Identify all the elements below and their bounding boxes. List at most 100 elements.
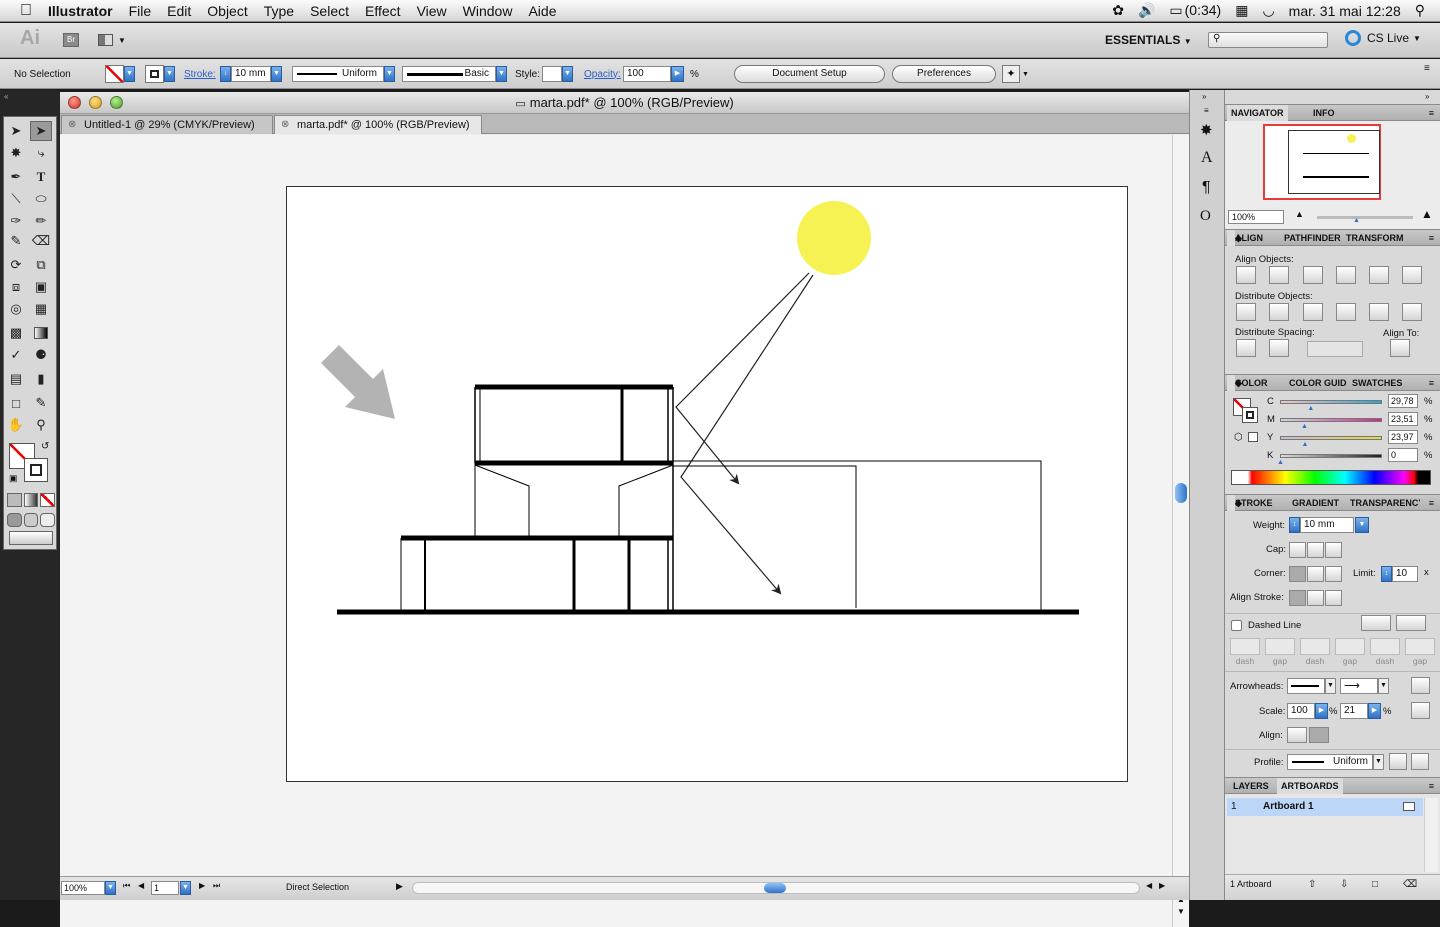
projecting-cap-icon[interactable] [1325, 542, 1342, 558]
round-join-icon[interactable] [1307, 566, 1324, 582]
zoom-out-icon[interactable]: ▲ [1295, 209, 1304, 219]
artwork[interactable] [287, 187, 1127, 781]
eraser-tool-icon[interactable]: ⌫ [30, 231, 52, 251]
rear-box-outer[interactable] [673, 460, 1042, 610]
rotate-tool-icon[interactable]: ⟳ [5, 255, 27, 275]
magic-wand-tool-icon[interactable]: ✸ [5, 143, 27, 163]
zoom-in-icon[interactable]: ▲ [1421, 207, 1433, 221]
horizontal-distribute-left-icon[interactable] [1336, 303, 1356, 321]
scale-tool-icon[interactable]: ⧉ [30, 255, 52, 275]
gap-field-1[interactable] [1265, 638, 1295, 655]
chevron-down-icon[interactable]: ▼ [1373, 754, 1384, 770]
web-safe-icon[interactable] [1248, 432, 1258, 442]
magenta-slider[interactable] [1280, 418, 1382, 422]
character-styles-icon[interactable]: ✸ [1200, 121, 1213, 139]
variable-width-profile-select[interactable]: Uniform ▼ [292, 65, 395, 83]
gap-field-2[interactable] [1335, 638, 1365, 655]
minimize-window-icon[interactable] [89, 96, 102, 109]
menu-effect[interactable]: Effect [357, 0, 409, 22]
artboard-tool-icon[interactable]: □ [5, 393, 27, 413]
chevron-down-icon[interactable]: ▼ [1378, 678, 1389, 694]
scroll-thumb[interactable] [1175, 483, 1187, 503]
opacity-input[interactable]: 100 [623, 66, 671, 82]
sun-ray-lower[interactable] [680, 274, 814, 595]
horizontal-distribute-center-icon[interactable] [1369, 303, 1389, 321]
tab-stroke[interactable]: ◆ STROKE [1227, 495, 1273, 511]
weight-stepper-icon[interactable]: ↕ [1289, 517, 1300, 533]
paw-icon[interactable]: ✿ [1105, 2, 1131, 19]
flip-across-icon[interactable] [1411, 753, 1429, 770]
opacity-label[interactable]: Opacity: [584, 65, 621, 83]
menu-window[interactable]: Window [455, 0, 521, 22]
apple-icon[interactable]:  [0, 0, 40, 22]
start-arrowhead-select[interactable] [1287, 678, 1325, 694]
menu-file[interactable]: File [121, 0, 160, 22]
arrange-documents-button[interactable]: ▼ [98, 32, 128, 48]
workspace-switcher[interactable]: ESSENTIALS ▼ [1105, 33, 1192, 47]
close-tab-icon[interactable]: ⊗ [68, 116, 76, 134]
zoom-tool-icon[interactable]: ⚲ [30, 415, 52, 435]
arrow-tip-beyond-icon[interactable] [1287, 727, 1307, 743]
horizontal-distribute-space-icon[interactable] [1269, 339, 1289, 357]
menu-edit[interactable]: Edit [159, 0, 199, 22]
last-artboard-icon[interactable]: ⏭ [213, 881, 220, 891]
shape-builder-tool-icon[interactable]: ◎ [5, 299, 27, 319]
vertical-scrollbar[interactable]: ▲ ▼ [1172, 135, 1189, 927]
black-slider[interactable] [1280, 454, 1382, 458]
lasso-tool-icon[interactable]: ⤷ [30, 143, 52, 163]
middle-left-bracket[interactable] [474, 464, 530, 538]
mesh-tool-icon[interactable]: ▩ [5, 323, 27, 343]
sun-ray-upper[interactable] [675, 272, 810, 485]
wind-arrow-shape[interactable] [321, 345, 395, 419]
vertical-align-top-icon[interactable] [1336, 266, 1356, 284]
align-stroke-outside-icon[interactable] [1325, 590, 1342, 606]
eyedropper-tool-icon[interactable]: ✓ [5, 345, 27, 365]
profile-select[interactable]: Uniform [1287, 754, 1373, 770]
start-scale-input[interactable]: 100 [1287, 703, 1315, 719]
menu-view[interactable]: View [409, 0, 455, 22]
black-value-input[interactable]: 0 [1388, 448, 1418, 462]
dash-field-1[interactable] [1230, 638, 1260, 655]
brush-definition-select[interactable]: Basic ▼ [402, 65, 507, 83]
scroll-down-icon[interactable]: ▼ [1177, 907, 1185, 916]
yellow-slider-handle[interactable]: ▲ [1301, 441, 1308, 448]
gap-field-3[interactable] [1405, 638, 1435, 655]
perspective-grid-tool-icon[interactable]: ▦ [30, 299, 52, 319]
document-setup-button[interactable]: Document Setup [734, 65, 885, 83]
dash-preserve-icon[interactable] [1361, 615, 1391, 631]
menu-type[interactable]: Type [256, 0, 302, 22]
swap-arrowheads-icon[interactable] [1411, 677, 1430, 694]
panel-menu-icon[interactable]: ≡ [1425, 375, 1438, 391]
horizontal-align-left-icon[interactable] [1236, 266, 1256, 284]
hand-tool-icon[interactable]: ✋ [5, 415, 27, 435]
clock-label[interactable]: mar. 31 mai 12:28 [1282, 3, 1408, 19]
dash-field-2[interactable] [1300, 638, 1330, 655]
canvas-area[interactable] [60, 135, 1172, 927]
vertical-distribute-top-icon[interactable] [1236, 303, 1256, 321]
stroke-swatch[interactable]: ▼ [145, 65, 175, 83]
dash-field-3[interactable] [1370, 638, 1400, 655]
selection-tool-icon[interactable]: ➤ [5, 121, 27, 141]
opacity-link[interactable]: Opacity: [584, 69, 621, 80]
menu-app-name[interactable]: Illustrator [40, 0, 121, 22]
house-drawing[interactable] [337, 384, 1079, 615]
fill-swatch[interactable]: ▼ [105, 65, 135, 83]
zoom-menu-chevron-icon[interactable]: ▼ [105, 881, 116, 895]
dock-menu-icon[interactable]: ≡ [1204, 106, 1209, 115]
limit-stepper-icon[interactable]: ↕ [1381, 566, 1392, 582]
paintbrush-tool-icon[interactable]: ✑ [5, 211, 27, 231]
artboards-scrollbar[interactable] [1424, 798, 1438, 872]
spotlight-search-icon[interactable]: ⚲ [1408, 2, 1432, 19]
character-panel-icon[interactable]: A [1201, 149, 1213, 167]
middle-right-bracket[interactable] [618, 464, 674, 538]
width-tool-icon[interactable]: ⧈ [5, 277, 27, 297]
default-fill-stroke-icon[interactable]: ▣ [9, 473, 18, 484]
preferences-button[interactable]: Preferences [892, 65, 996, 83]
chevron-down-icon[interactable]: ▼ [271, 66, 282, 82]
end-arrowhead-select[interactable]: ⟶ [1340, 678, 1378, 694]
free-transform-tool-icon[interactable]: ▣ [30, 277, 52, 297]
artboard[interactable] [286, 186, 1128, 782]
screen-mode-icon[interactable] [9, 531, 53, 545]
paragraph-panel-icon[interactable]: ¶ [1202, 179, 1211, 197]
limit-input[interactable]: 10 [1392, 566, 1418, 582]
